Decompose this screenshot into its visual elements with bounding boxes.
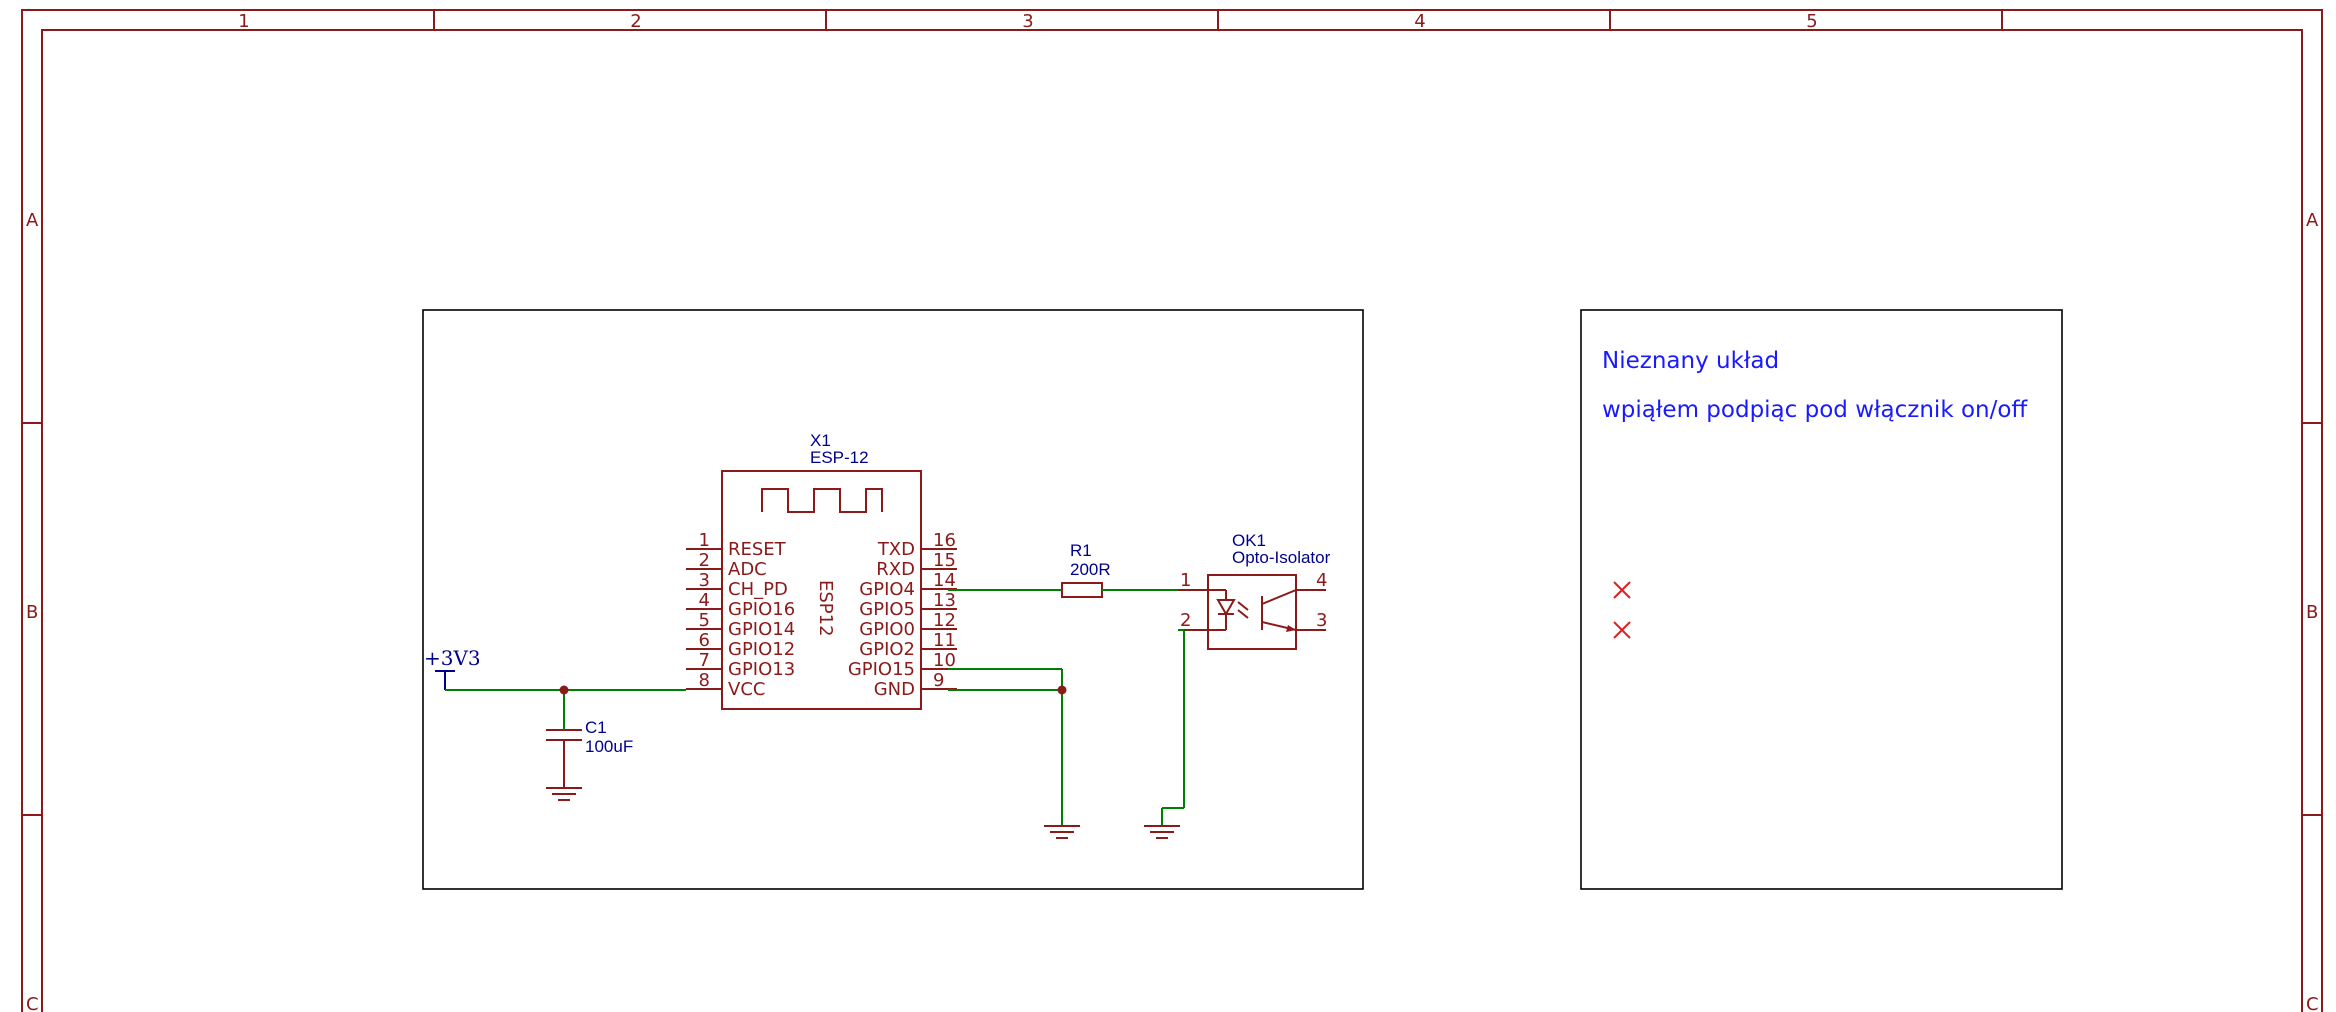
- frame-row-label: B: [2306, 602, 2318, 623]
- junction-dot: [559, 685, 569, 695]
- note-line-2: wpiąłem podpiąc pod włącznik on/off: [1602, 397, 2028, 423]
- power-3v3-label: +3V3: [424, 646, 481, 670]
- esp12-pin-name: RESET: [728, 539, 787, 560]
- frame-row-label: C: [2306, 994, 2319, 1012]
- capacitor-c1[interactable]: C1 100uF: [546, 718, 633, 788]
- esp12-pin-name: GPIO2: [859, 639, 915, 660]
- esp12-pin-number: 8: [699, 670, 710, 691]
- esp12-pin-number: 1: [699, 530, 710, 551]
- esp12-pin-name: VCC: [728, 679, 765, 700]
- opto-pin4-number: 4: [1316, 570, 1327, 591]
- x1-value: ESP-12: [810, 448, 869, 467]
- r1-reference: R1: [1070, 541, 1092, 560]
- no-connect-marker: [1613, 621, 1631, 639]
- frame-row-label: B: [26, 602, 38, 623]
- led-diode-icon: [1208, 589, 1249, 631]
- esp12-pin-number: 2: [699, 550, 710, 571]
- antenna-trace-icon: [761, 488, 883, 513]
- sheet-frame: 1 2 3 4 5 A B C A B C: [21, 9, 2323, 1012]
- schematic-sheet: 1 2 3 4 5 A B C A B C X1 ESP-12 ESP12 1R…: [21, 9, 2323, 1012]
- esp12-pin-number: 3: [699, 570, 710, 591]
- no-connect-marker: [1613, 581, 1631, 599]
- opto-body: [1207, 574, 1297, 650]
- esp12-pin-name: RXD: [876, 559, 915, 580]
- frame-row-label: C: [26, 994, 39, 1012]
- frame-col-label: 4: [1414, 11, 1425, 32]
- esp12-pin-name: GPIO12: [728, 639, 795, 660]
- frame-col-label: 5: [1806, 11, 1817, 32]
- opto-pin3-number: 3: [1316, 610, 1327, 631]
- r1-value: 200R: [1070, 560, 1111, 579]
- esp12-pin-number: 7: [699, 650, 710, 671]
- esp12-pin-name: TXD: [877, 539, 915, 560]
- esp12-pin-number: 12: [933, 610, 956, 631]
- c1-reference: C1: [585, 718, 607, 737]
- esp12-right-pins: 16 TXD 15 RXD 14 GPIO4 13 GPIO5 12 GPIO0 11 GPIO2 10…: [848, 530, 957, 700]
- esp12-body-label: ESP12: [815, 580, 836, 637]
- note-line-1: Nieznany układ: [1602, 348, 1779, 374]
- esp12-pin-name: ADC: [728, 559, 767, 580]
- esp12-module[interactable]: X1 ESP-12 ESP12 1 RESET2 ADC3 CH_PD4 GPIO165…: [686, 431, 957, 710]
- esp12-pin-name: GPIO13: [728, 659, 795, 680]
- esp12-pin-name: GPIO4: [859, 579, 915, 600]
- esp12-pin-number: 15: [933, 550, 956, 571]
- esp12-pin-name: GPIO0: [859, 619, 915, 640]
- opto-pin1-number: 1: [1180, 570, 1191, 591]
- esp12-pin-number: 9: [933, 670, 944, 691]
- junction-dot: [1057, 685, 1067, 695]
- ground-icon: [546, 787, 582, 801]
- power-3v3-symbol[interactable]: +3V3: [424, 646, 481, 690]
- esp12-pin-name: GND: [874, 679, 915, 700]
- esp12-pin-name: GPIO16: [728, 599, 795, 620]
- opto-pin2-number: 2: [1180, 610, 1191, 631]
- esp12-pin-number: 5: [699, 610, 710, 631]
- frame-col-label: 2: [630, 11, 641, 32]
- esp12-pin-name: CH_PD: [728, 579, 788, 600]
- esp12-pin-name: GPIO14: [728, 619, 795, 640]
- ground-icon: [1044, 825, 1080, 839]
- esp12-pin-name: GPIO5: [859, 599, 915, 620]
- phototransistor-icon: [1261, 589, 1297, 632]
- c1-value: 100uF: [585, 737, 633, 756]
- esp12-pin-number: 11: [933, 630, 956, 651]
- frame-outer-border: [21, 9, 2323, 1012]
- frame-col-label: 3: [1022, 11, 1033, 32]
- esp12-pin-name: GPIO15: [848, 659, 915, 680]
- resistor-body: [1061, 582, 1103, 598]
- esp12-pin-number: 13: [933, 590, 956, 611]
- esp12-pin-number: 14: [933, 570, 956, 591]
- esp12-pin-number: 4: [699, 590, 710, 611]
- frame-col-label: 1: [238, 11, 249, 32]
- esp12-pin-number: 16: [933, 530, 956, 551]
- ok1-value: Opto-Isolator: [1232, 548, 1331, 567]
- esp12-pin-number: 10: [933, 650, 956, 671]
- ground-icon: [1144, 825, 1180, 839]
- frame-row-label: A: [26, 210, 39, 231]
- esp12-left-pins: 1 RESET 2 ADC 3 CH_PD 4 GPIO16 5 GPIO14 6 GPIO12 7 GP…: [686, 530, 795, 700]
- opto-isolator-ok1[interactable]: OK1 Opto-Isolator 1 2 4 3: [1178, 531, 1331, 650]
- frame-row-label: A: [2306, 210, 2319, 231]
- esp12-pin-number: 6: [699, 630, 710, 651]
- frame-inner-border: [41, 29, 2303, 1012]
- resistor-r1[interactable]: R1 200R: [1061, 541, 1111, 598]
